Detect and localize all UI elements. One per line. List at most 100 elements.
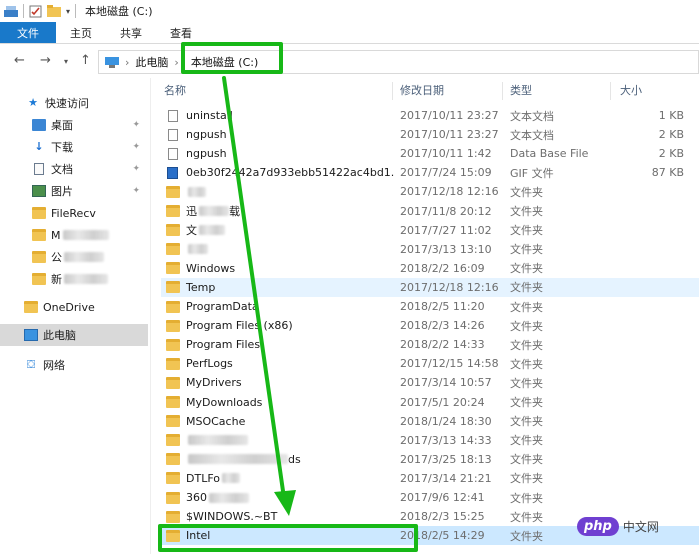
file-name: 文 (186, 224, 197, 238)
file-row[interactable]: 2017/3/13 14:33 文件夹 (161, 431, 699, 450)
watermark-text: 中文网 (622, 519, 659, 534)
file-size (620, 450, 684, 469)
forward-arrow-icon[interactable]: → (40, 53, 51, 68)
back-arrow-icon[interactable]: ← (14, 53, 25, 68)
file-row[interactable]: 0eb30f2442a7d933ebb51422ac4bd1... 2017/7/… (161, 163, 699, 182)
blurred-text (62, 230, 109, 240)
pin-icon[interactable]: ✦ (132, 164, 140, 174)
file-row[interactable]: 2017/12/18 12:16 文件夹 (161, 182, 699, 201)
nav-this-pc[interactable]: 此电脑 (0, 324, 148, 346)
file-row[interactable]: MSOCache 2018/1/24 18:30 文件夹 (161, 412, 699, 431)
quick-access-toolbar-icon[interactable] (4, 5, 18, 17)
file-name-cell: PerfLogs (166, 354, 394, 373)
column-header-type[interactable]: 类型 (510, 78, 610, 102)
file-name-cell (166, 240, 394, 259)
nav-item-downloads[interactable]: ↓ 下载 ✦ (0, 136, 148, 158)
file-row[interactable]: Temp 2017/12/18 12:16 文件夹 (161, 277, 699, 297)
file-row[interactable]: Windows 2018/2/2 16:09 文件夹 (161, 259, 699, 278)
file-row[interactable]: 文 2017/7/27 11:02 文件夹 (161, 221, 699, 240)
folder-icon (166, 205, 180, 217)
this-pc-small-icon (105, 56, 119, 68)
file-size (620, 202, 684, 221)
nav-label: M (51, 228, 61, 242)
nav-item-documents[interactable]: 文档 ✦ (0, 158, 148, 180)
pin-icon[interactable]: ✦ (132, 142, 140, 152)
nav-onedrive[interactable]: OneDrive (0, 296, 148, 318)
blurred-text (199, 206, 229, 216)
file-type: 文件夹 (510, 415, 543, 429)
tab-share[interactable]: 共享 (106, 22, 156, 43)
file-date: 2018/1/24 18:30 (400, 414, 492, 428)
nav-item-filerecv[interactable]: FileRecv (0, 202, 148, 224)
tab-home[interactable]: 主页 (56, 22, 106, 43)
folder-icon (32, 229, 46, 241)
file-size (620, 354, 684, 373)
file-row[interactable]: uninstall 2017/10/11 23:27 文本文档 1 KB (161, 106, 699, 125)
nav-item-folder-gong[interactable]: 公 (0, 246, 148, 268)
file-row[interactable]: MyDownloads 2017/5/1 20:24 文件夹 (161, 393, 699, 412)
file-date: 2017/3/14 10:57 (400, 376, 492, 390)
column-divider[interactable] (502, 82, 503, 100)
new-folder-icon[interactable] (47, 5, 61, 17)
file-row[interactable]: ngpush 2017/10/11 1:42 Data Base File 2 KB (161, 144, 699, 163)
file-size (620, 259, 684, 278)
file-row[interactable]: ProgramData 2018/2/5 11:20 文件夹 (161, 297, 699, 316)
tab-file[interactable]: 文件 (0, 22, 56, 43)
nav-network[interactable]: ⛋ 网络 (0, 354, 148, 376)
file-row[interactable]: DTLFo 2017/3/14 21:21 文件夹 (161, 469, 699, 488)
column-divider[interactable] (392, 82, 393, 100)
file-name: ngpush (186, 128, 227, 142)
nav-item-pictures[interactable]: 图片 ✦ (0, 180, 148, 202)
file-size (620, 182, 684, 201)
navigation-pane: ★ 快速访问 桌面 ✦ ↓ 下载 ✦ 文档 ✦ 图片 ✦ FileRecv M … (0, 78, 150, 554)
file-size: 1 KB (658, 109, 684, 122)
file-row[interactable]: MyDrivers 2017/3/14 10:57 文件夹 (161, 373, 699, 392)
properties-icon[interactable] (29, 5, 42, 18)
file-row[interactable]: Program Files (x86) 2018/2/3 14:26 文件夹 (161, 316, 699, 335)
file-row[interactable]: PerfLogs 2017/12/15 14:58 文件夹 (161, 354, 699, 373)
column-divider[interactable] (610, 82, 611, 100)
column-header-name[interactable]: 名称 (164, 78, 394, 102)
file-name-cell: Temp (166, 278, 394, 297)
pane-splitter[interactable] (150, 78, 151, 554)
pin-icon[interactable]: ✦ (132, 186, 140, 196)
file-date: 2018/2/2 16:09 (400, 261, 485, 275)
file-row[interactable]: 2017/3/13 13:10 文件夹 (161, 240, 699, 259)
recent-locations-chevron-icon[interactable]: ▾ (64, 57, 68, 66)
nav-item-folder-m[interactable]: M (0, 224, 148, 246)
breadcrumb-this-pc[interactable]: 此电脑 (135, 54, 168, 70)
folder-icon (166, 396, 180, 408)
file-row[interactable]: 360 2017/9/6 12:41 文件夹 (161, 488, 699, 507)
file-size (620, 488, 684, 507)
file-row[interactable]: Program Files 2018/2/2 14:33 文件夹 (161, 335, 699, 354)
nav-label: 下载 (51, 141, 73, 154)
file-name-cell: DTLFo (166, 469, 394, 488)
nav-label: FileRecv (51, 206, 96, 220)
file-name-cell: MSOCache (166, 412, 394, 431)
file-row[interactable]: ds 2017/3/25 18:13 文件夹 (161, 450, 699, 469)
tab-view[interactable]: 查看 (156, 22, 206, 43)
nav-item-desktop[interactable]: 桌面 ✦ (0, 114, 148, 136)
nav-quick-access[interactable]: ★ 快速访问 (0, 92, 148, 114)
column-header-size[interactable]: 大小 (620, 78, 690, 102)
file-size (620, 297, 684, 316)
file-row[interactable]: ngpush 2017/10/11 23:27 文本文档 2 KB (161, 125, 699, 144)
file-size (620, 431, 684, 450)
file-name-cell: 迅载 (166, 202, 394, 221)
folder-icon (32, 207, 46, 219)
pin-icon[interactable]: ✦ (132, 120, 140, 130)
file-name: Program Files (x86) (186, 319, 293, 333)
file-name: uninstall (186, 109, 233, 122)
file-name: 360 (186, 491, 207, 504)
file-name-suffix: ds (288, 452, 301, 466)
file-type: 文件夹 (510, 205, 543, 218)
file-type: 文件夹 (510, 491, 543, 505)
file-type: 文件夹 (510, 243, 543, 257)
folder-icon (166, 491, 180, 504)
nav-item-folder-xin[interactable]: 新 (0, 268, 148, 290)
customize-toolbar-icon[interactable]: ▾ (66, 7, 70, 16)
file-type: 文件夹 (510, 300, 543, 314)
up-arrow-icon[interactable]: ↑ (80, 53, 91, 68)
column-header-date[interactable]: 修改日期 (400, 78, 504, 102)
file-row[interactable]: 迅载 2017/11/8 20:12 文件夹 (161, 202, 699, 221)
